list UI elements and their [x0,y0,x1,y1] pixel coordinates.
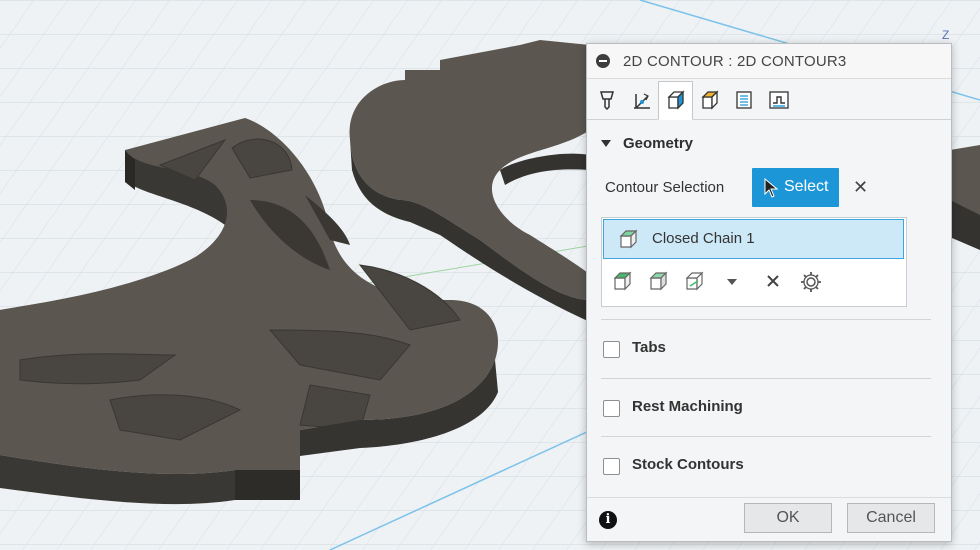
gear-icon[interactable] [800,271,822,293]
tab-geometry[interactable] [658,81,693,120]
info-icon[interactable]: i [599,511,617,529]
list-item[interactable]: Closed Chain 1 [603,219,904,259]
reverse-chain-icon[interactable] [684,270,706,292]
geometry-label: Geometry [623,135,694,152]
simulation-icon [769,91,789,109]
z-axis-label: Z [942,28,950,42]
heights-icon [634,93,650,109]
add-chain-icon[interactable] [612,270,634,292]
tool-icon [600,91,614,110]
clear-selection-icon[interactable]: ✕ [853,177,868,198]
tabs-checkbox[interactable] [603,341,620,358]
divider [601,319,931,320]
edit-chain-icon[interactable] [648,270,670,292]
contour-selection-label: Contour Selection [605,179,725,196]
2d-contour-dialog: 2D CONTOUR : 2D CONTOUR3 Geometry Contou… [586,43,952,542]
tab-passes[interactable] [692,81,727,119]
tabs-label: Tabs [632,339,666,356]
collapse-triangle-icon [601,140,611,147]
divider [601,378,931,379]
geometry-icon [667,90,685,110]
dialog-title: 2D CONTOUR : 2D CONTOUR3 [623,53,847,70]
cursor-arrow-icon [764,178,778,198]
linking-icon [736,91,752,109]
cancel-button[interactable]: Cancel [847,503,935,533]
chain-toolbar [602,262,906,302]
select-button[interactable]: Select [752,168,839,207]
tab-tool[interactable] [590,81,625,119]
geometry-section-header[interactable]: Geometry [587,132,951,156]
tab-simulation[interactable] [760,81,795,119]
remove-chain-icon[interactable] [766,274,780,288]
stock-contours-checkbox[interactable] [603,458,620,475]
chevron-down-icon[interactable] [726,278,738,286]
chain-label: Closed Chain 1 [652,230,755,247]
divider [601,436,931,437]
chain-list: Closed Chain 1 [601,217,907,307]
tab-heights[interactable] [624,81,659,119]
dialog-titlebar[interactable]: 2D CONTOUR : 2D CONTOUR3 [587,44,951,79]
dialog-tabs [587,81,951,120]
tab-linking[interactable] [726,81,761,119]
chain-box-icon [619,229,638,249]
rest-machining-label: Rest Machining [632,398,743,415]
passes-icon [701,90,719,110]
select-button-label: Select [784,178,829,195]
ok-button[interactable]: OK [744,503,832,533]
collapse-icon[interactable] [596,54,610,68]
rest-machining-checkbox[interactable] [603,400,620,417]
stock-contours-label: Stock Contours [632,456,744,473]
